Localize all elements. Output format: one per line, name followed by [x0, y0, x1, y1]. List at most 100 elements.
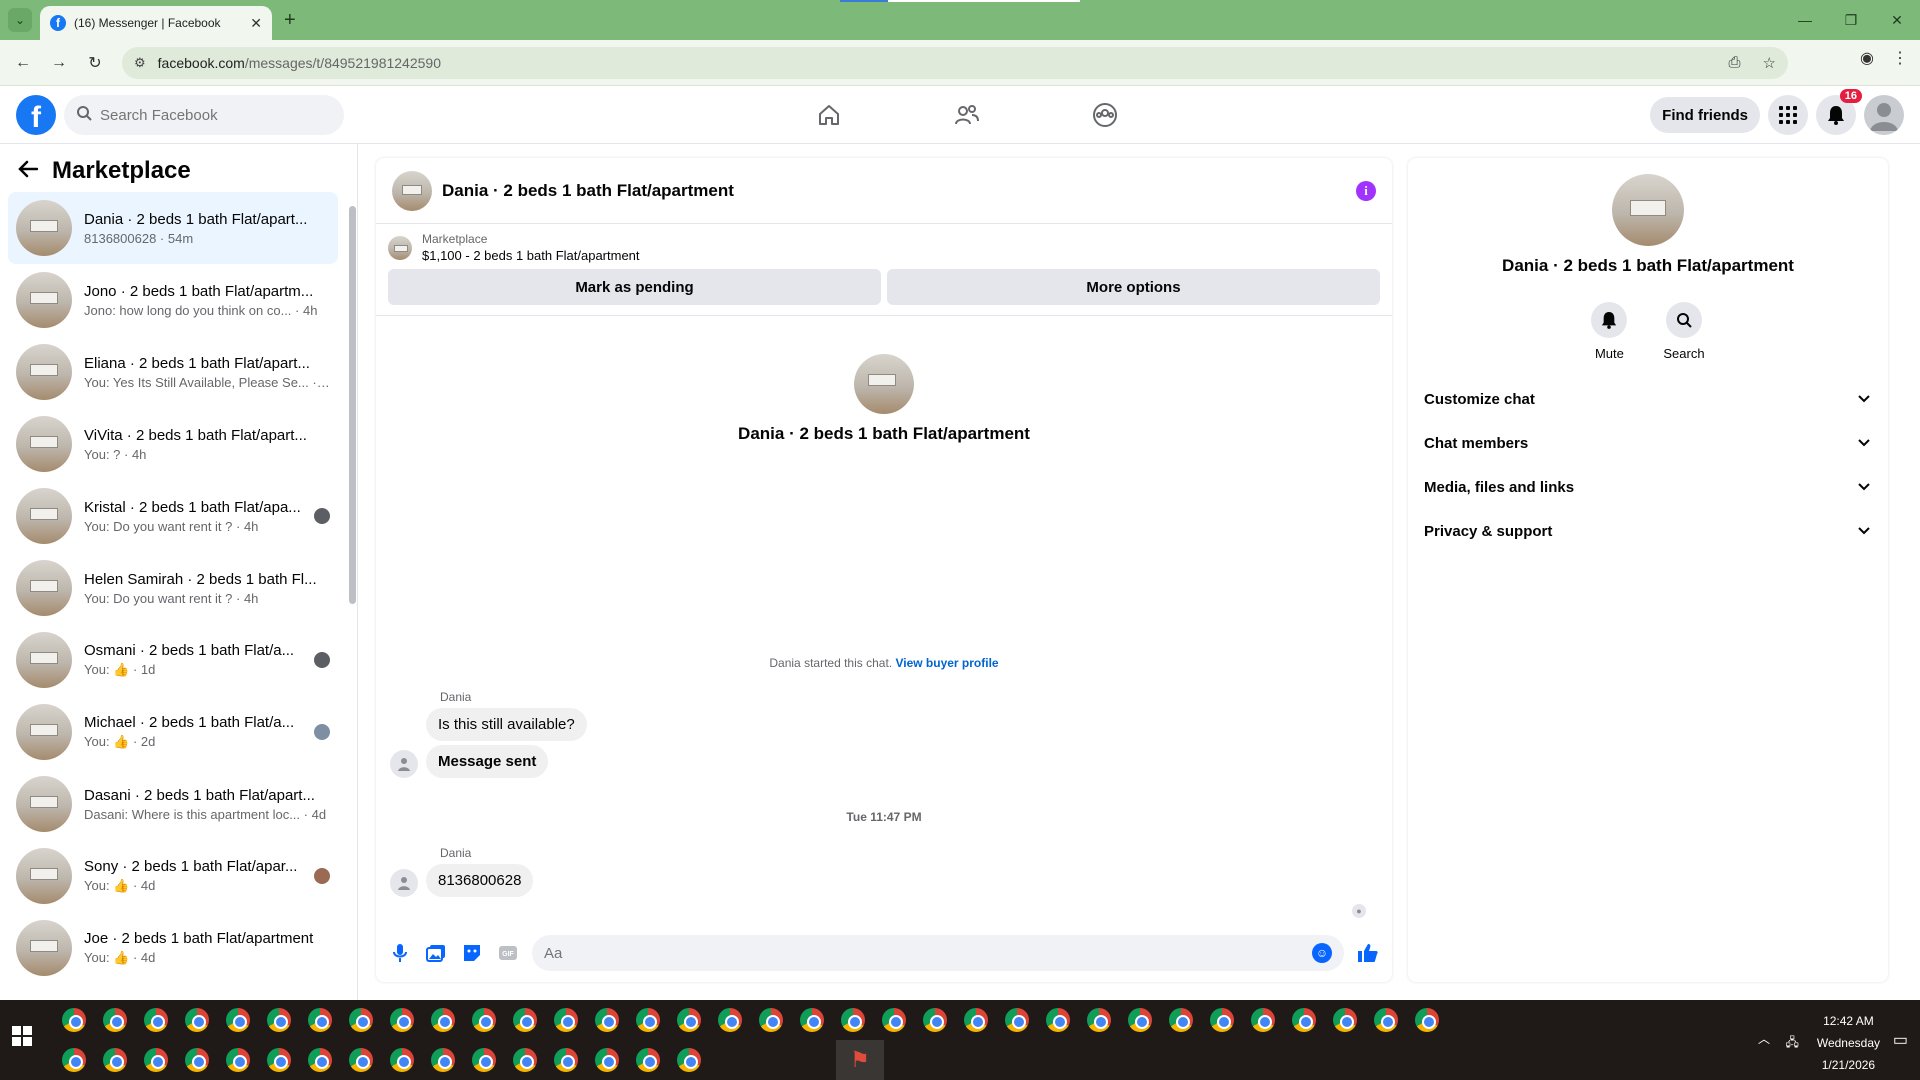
account-avatar[interactable]	[1864, 95, 1904, 135]
conversation-item[interactable]: Dasani · 2 beds 1 bath Flat/apart... Dasa…	[8, 768, 338, 840]
find-friends-button[interactable]: Find friends	[1650, 97, 1760, 133]
back-icon[interactable]: ←	[8, 48, 38, 78]
mark-as-pending-button[interactable]: Mark as pending	[388, 269, 881, 305]
chrome-icon[interactable]	[513, 1048, 537, 1072]
conversation-item[interactable]: Jono · 2 beds 1 bath Flat/apartm... Jono:…	[8, 264, 338, 336]
conversation-item[interactable]: Kristal · 2 beds 1 bath Flat/apa... You: …	[8, 480, 338, 552]
chrome-icon[interactable]	[308, 1048, 332, 1072]
chrome-icon[interactable]	[636, 1008, 660, 1032]
info-avatar[interactable]	[1612, 174, 1684, 246]
message-input-box[interactable]: ☺	[532, 935, 1344, 971]
chrome-icon[interactable]	[1415, 1008, 1439, 1032]
profile-icon[interactable]: ◉	[1860, 48, 1874, 68]
chrome-icon[interactable]	[390, 1008, 414, 1032]
conversation-item[interactable]: Michael · 2 beds 1 bath Flat/a... You: 👍 …	[8, 696, 338, 768]
privacy-support-section[interactable]: Privacy & support	[1416, 509, 1880, 553]
chrome-icon[interactable]	[1128, 1008, 1152, 1032]
bookmark-star-icon[interactable]: ☆	[1763, 54, 1776, 72]
new-tab-icon[interactable]: +	[284, 9, 296, 32]
chrome-icon[interactable]	[185, 1048, 209, 1072]
chrome-icon[interactable]	[1333, 1008, 1357, 1032]
close-window-icon[interactable]: ✕	[1874, 0, 1920, 40]
notification-center-icon[interactable]: ▭	[1893, 1030, 1908, 1050]
gif-icon[interactable]: GIF	[496, 941, 520, 965]
conversation-item[interactable]: Sony · 2 beds 1 bath Flat/apar... You: 👍 …	[8, 840, 338, 912]
browser-tab[interactable]: f (16) Messenger | Facebook ✕	[40, 6, 272, 40]
chrome-icon[interactable]	[349, 1008, 373, 1032]
chrome-icon[interactable]	[267, 1048, 291, 1072]
conversation-item[interactable]: Eliana · 2 beds 1 bath Flat/apart... You:…	[8, 336, 338, 408]
chrome-icon[interactable]	[513, 1008, 537, 1032]
conversation-item[interactable]: Osmani · 2 beds 1 bath Flat/a... You: 👍 ·…	[8, 624, 338, 696]
conversation-item[interactable]: Helen Samirah · 2 beds 1 bath Fl... You: …	[8, 552, 338, 624]
chrome-icon[interactable]	[718, 1008, 742, 1032]
sender-avatar-icon[interactable]	[390, 869, 418, 897]
chrome-icon[interactable]	[267, 1008, 291, 1032]
chrome-icon[interactable]	[677, 1008, 701, 1032]
conversation-item[interactable]: Dania · 2 beds 1 bath Flat/apart... 81368…	[8, 192, 338, 264]
home-icon[interactable]	[760, 86, 898, 144]
forward-icon[interactable]: →	[44, 48, 74, 78]
chrome-icon[interactable]	[349, 1048, 373, 1072]
facebook-search[interactable]	[64, 95, 344, 135]
chrome-icon[interactable]	[1374, 1008, 1398, 1032]
restore-icon[interactable]: ❐	[1828, 0, 1874, 40]
clock[interactable]: 12:42 AM Wednesday 1/21/2026	[1817, 1010, 1880, 1076]
chrome-icon[interactable]	[472, 1048, 496, 1072]
chrome-icon[interactable]	[1005, 1008, 1029, 1032]
microphone-icon[interactable]	[388, 941, 412, 965]
chrome-icon[interactable]	[1046, 1008, 1070, 1032]
friends-icon[interactable]	[898, 86, 1036, 144]
chrome-icon[interactable]	[554, 1048, 578, 1072]
browser-menu-icon[interactable]: ⋮	[1892, 48, 1908, 68]
chrome-icon[interactable]	[554, 1008, 578, 1032]
message-input[interactable]	[544, 944, 1312, 962]
mute-button[interactable]: Mute	[1591, 302, 1628, 361]
install-app-icon[interactable]: ⎙	[1729, 54, 1741, 72]
chrome-icon[interactable]	[923, 1008, 947, 1032]
chrome-icon[interactable]	[636, 1048, 660, 1072]
address-bar[interactable]: ⚙ facebook.com/messages/t/84952198124259…	[122, 47, 1788, 79]
more-options-button[interactable]: More options	[887, 269, 1380, 305]
chrome-icon[interactable]	[144, 1048, 168, 1072]
chat-members-section[interactable]: Chat members	[1416, 421, 1880, 465]
message-bubble[interactable]: 8136800628	[426, 864, 534, 897]
media-files-links-section[interactable]: Media, files and links	[1416, 465, 1880, 509]
customize-chat-section[interactable]: Customize chat	[1416, 377, 1880, 421]
chrome-icon[interactable]	[595, 1048, 619, 1072]
conversation-item[interactable]: Joe · 2 beds 1 bath Flat/apartment You: 👍…	[8, 912, 338, 984]
tray-overflow-icon[interactable]: ︿	[1758, 1030, 1770, 1047]
chrome-icon[interactable]	[390, 1048, 414, 1072]
active-app-icon[interactable]: ⚑	[836, 1040, 884, 1080]
sidebar-scrollbar[interactable]	[349, 206, 356, 604]
chrome-icon[interactable]	[677, 1048, 701, 1072]
sender-avatar-icon[interactable]	[390, 750, 418, 778]
chrome-icon[interactable]	[595, 1008, 619, 1032]
message-bubble[interactable]: Message sent	[426, 745, 549, 778]
emoji-icon[interactable]: ☺	[1312, 943, 1332, 963]
tab-search-button[interactable]: ⌄	[8, 8, 32, 32]
chrome-icon[interactable]	[308, 1008, 332, 1032]
notifications-button[interactable]: 16	[1816, 89, 1862, 135]
reload-icon[interactable]: ↻	[80, 48, 110, 78]
conversation-item[interactable]: ViVita · 2 beds 1 bath Flat/apart... You:…	[8, 408, 338, 480]
chat-title[interactable]: Dania · 2 beds 1 bath Flat/apartment	[442, 181, 734, 201]
photo-icon[interactable]	[424, 941, 448, 965]
minimize-icon[interactable]: —	[1782, 0, 1828, 40]
view-buyer-profile-link[interactable]: View buyer profile	[895, 656, 998, 670]
chrome-icon[interactable]	[226, 1008, 250, 1032]
chrome-icon[interactable]	[185, 1008, 209, 1032]
groups-icon[interactable]	[1036, 86, 1174, 144]
chrome-icon[interactable]	[1087, 1008, 1111, 1032]
chrome-icon[interactable]	[103, 1008, 127, 1032]
sticker-icon[interactable]	[460, 941, 484, 965]
search-in-chat-button[interactable]: Search	[1663, 302, 1705, 361]
message-bubble[interactable]: Is this still available?	[426, 708, 587, 741]
tab-close-icon[interactable]: ✕	[250, 15, 262, 32]
chrome-icon[interactable]	[800, 1008, 824, 1032]
windows-start-icon[interactable]	[12, 1026, 32, 1046]
chrome-icon[interactable]	[964, 1008, 988, 1032]
chrome-icon[interactable]	[62, 1008, 86, 1032]
network-icon[interactable]: 🖧	[1785, 1033, 1798, 1054]
chrome-icon[interactable]	[62, 1048, 86, 1072]
